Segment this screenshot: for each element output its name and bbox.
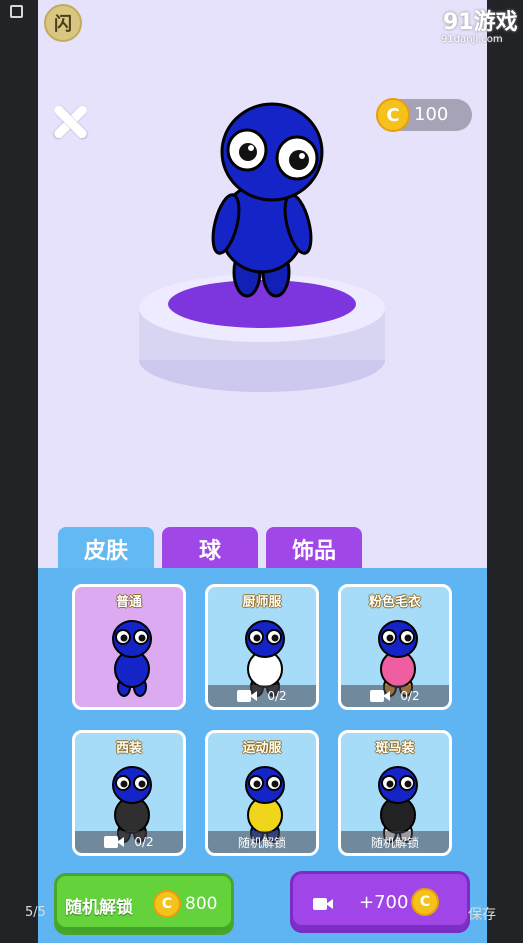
tab-ball[interactable]: 球 xyxy=(162,527,258,571)
video-camera-icon xyxy=(237,690,258,702)
skin-unlock-text: 随机解锁 xyxy=(370,835,419,850)
skin-name: 普通 xyxy=(115,595,142,610)
watermark-logo: 91游戏 91danji.com xyxy=(383,2,523,52)
skin-unlock-footer: 0/2 xyxy=(208,685,316,707)
coin-icon: C xyxy=(411,888,439,916)
tab-accessory[interactable]: 饰品 xyxy=(266,527,362,571)
close-button[interactable] xyxy=(52,103,88,139)
watermark-text: 91游戏 xyxy=(443,10,518,35)
left-gutter xyxy=(0,0,38,943)
random-unlock-button[interactable]: 随机解锁 C 800 xyxy=(54,873,234,935)
skin-unlock-footer: 随机解锁 xyxy=(341,831,449,853)
skin-name: 西装 xyxy=(115,741,142,756)
skin-card[interactable]: 粉色毛衣 0/2 xyxy=(338,584,452,710)
tab-accessory-label: 饰品 xyxy=(291,539,336,564)
video-reward-amount: +700 xyxy=(359,892,409,913)
skin-unlock-footer: 0/2 xyxy=(75,831,183,853)
skin-card[interactable]: 斑马装 随机解锁 xyxy=(338,730,452,856)
skin-name: 粉色毛衣 xyxy=(368,595,421,610)
skin-name: 运动服 xyxy=(242,741,282,756)
random-unlock-label: 随机解锁 xyxy=(65,898,133,918)
skin-unlock-footer: 随机解锁 xyxy=(208,831,316,853)
skin-character-icon xyxy=(102,617,162,701)
badge-text: 闪 xyxy=(54,14,72,35)
skin-card[interactable]: 西装 0/2 xyxy=(72,730,186,856)
tab-ball-label: 球 xyxy=(198,539,221,564)
skin-name: 斑马装 xyxy=(375,741,415,756)
coin-amount: 100 xyxy=(414,104,449,125)
skin-card[interactable]: 运动服 随机解锁 xyxy=(205,730,319,856)
tab-skin[interactable]: 皮肤 xyxy=(58,527,154,571)
skin-progress: 0/2 xyxy=(400,689,420,703)
skin-unlock-text: 随机解锁 xyxy=(237,835,286,850)
skin-unlock-footer: 0/2 xyxy=(341,685,449,707)
random-unlock-price: 800 xyxy=(185,894,218,914)
flash-badge-icon[interactable]: 闪 xyxy=(44,4,82,42)
right-gutter xyxy=(487,0,523,943)
coin-balance: C 100 xyxy=(376,98,472,132)
watch-video-button[interactable]: +700 C xyxy=(290,871,470,933)
skin-card[interactable]: 厨师服 0/2 xyxy=(205,584,319,710)
skin-card[interactable]: 普通 xyxy=(72,584,186,710)
skin-progress: 0/2 xyxy=(134,835,154,849)
coin-icon: C xyxy=(153,890,181,918)
category-tabs: 皮肤 球 饰品 xyxy=(58,527,362,571)
watermark-sub: 91danji.com xyxy=(441,34,503,45)
video-camera-icon xyxy=(370,690,391,702)
skin-name: 厨师服 xyxy=(242,595,282,610)
app-square-icon xyxy=(10,5,23,18)
video-camera-icon xyxy=(313,898,333,910)
save-label[interactable]: 保存 xyxy=(468,904,496,924)
tab-skin-label: 皮肤 xyxy=(83,539,128,564)
skin-progress: 0/2 xyxy=(267,689,287,703)
coin-icon: C xyxy=(376,98,410,132)
page-counter: 5/5 xyxy=(25,905,46,920)
video-camera-icon xyxy=(104,836,125,848)
